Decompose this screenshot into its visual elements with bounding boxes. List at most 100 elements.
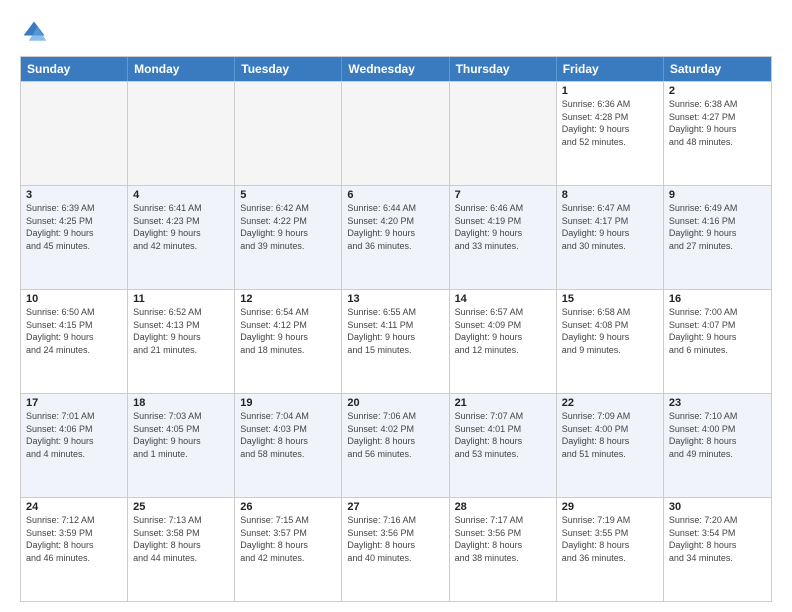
day-number: 10 — [26, 293, 122, 305]
day-info: Sunrise: 6:49 AM Sunset: 4:16 PM Dayligh… — [669, 202, 766, 252]
day-info: Sunrise: 6:41 AM Sunset: 4:23 PM Dayligh… — [133, 202, 229, 252]
empty-cell — [21, 82, 128, 185]
header-day-monday: Monday — [128, 57, 235, 81]
day-info: Sunrise: 6:58 AM Sunset: 4:08 PM Dayligh… — [562, 306, 658, 356]
day-info: Sunrise: 7:12 AM Sunset: 3:59 PM Dayligh… — [26, 514, 122, 564]
day-info: Sunrise: 7:00 AM Sunset: 4:07 PM Dayligh… — [669, 306, 766, 356]
calendar-row-3: 10Sunrise: 6:50 AM Sunset: 4:15 PM Dayli… — [21, 289, 771, 393]
day-number: 18 — [133, 397, 229, 409]
day-cell-11: 11Sunrise: 6:52 AM Sunset: 4:13 PM Dayli… — [128, 290, 235, 393]
day-number: 7 — [455, 189, 551, 201]
calendar-row-5: 24Sunrise: 7:12 AM Sunset: 3:59 PM Dayli… — [21, 497, 771, 601]
day-info: Sunrise: 7:15 AM Sunset: 3:57 PM Dayligh… — [240, 514, 336, 564]
calendar-row-2: 3Sunrise: 6:39 AM Sunset: 4:25 PM Daylig… — [21, 185, 771, 289]
day-number: 14 — [455, 293, 551, 305]
calendar: SundayMondayTuesdayWednesdayThursdayFrid… — [20, 56, 772, 602]
header-day-friday: Friday — [557, 57, 664, 81]
day-number: 8 — [562, 189, 658, 201]
day-cell-8: 8Sunrise: 6:47 AM Sunset: 4:17 PM Daylig… — [557, 186, 664, 289]
day-info: Sunrise: 7:19 AM Sunset: 3:55 PM Dayligh… — [562, 514, 658, 564]
logo-icon — [20, 18, 48, 46]
day-cell-9: 9Sunrise: 6:49 AM Sunset: 4:16 PM Daylig… — [664, 186, 771, 289]
calendar-row-4: 17Sunrise: 7:01 AM Sunset: 4:06 PM Dayli… — [21, 393, 771, 497]
day-cell-3: 3Sunrise: 6:39 AM Sunset: 4:25 PM Daylig… — [21, 186, 128, 289]
logo — [20, 18, 52, 46]
day-info: Sunrise: 7:10 AM Sunset: 4:00 PM Dayligh… — [669, 410, 766, 460]
day-number: 28 — [455, 501, 551, 513]
day-cell-10: 10Sunrise: 6:50 AM Sunset: 4:15 PM Dayli… — [21, 290, 128, 393]
day-cell-6: 6Sunrise: 6:44 AM Sunset: 4:20 PM Daylig… — [342, 186, 449, 289]
day-number: 1 — [562, 85, 658, 97]
day-info: Sunrise: 7:16 AM Sunset: 3:56 PM Dayligh… — [347, 514, 443, 564]
day-cell-2: 2Sunrise: 6:38 AM Sunset: 4:27 PM Daylig… — [664, 82, 771, 185]
day-cell-21: 21Sunrise: 7:07 AM Sunset: 4:01 PM Dayli… — [450, 394, 557, 497]
day-info: Sunrise: 7:04 AM Sunset: 4:03 PM Dayligh… — [240, 410, 336, 460]
day-cell-25: 25Sunrise: 7:13 AM Sunset: 3:58 PM Dayli… — [128, 498, 235, 601]
calendar-row-1: 1Sunrise: 6:36 AM Sunset: 4:28 PM Daylig… — [21, 81, 771, 185]
day-cell-15: 15Sunrise: 6:58 AM Sunset: 4:08 PM Dayli… — [557, 290, 664, 393]
day-number: 5 — [240, 189, 336, 201]
day-cell-20: 20Sunrise: 7:06 AM Sunset: 4:02 PM Dayli… — [342, 394, 449, 497]
day-number: 27 — [347, 501, 443, 513]
day-number: 20 — [347, 397, 443, 409]
day-info: Sunrise: 7:03 AM Sunset: 4:05 PM Dayligh… — [133, 410, 229, 460]
day-number: 24 — [26, 501, 122, 513]
calendar-header: SundayMondayTuesdayWednesdayThursdayFrid… — [21, 57, 771, 81]
header-day-wednesday: Wednesday — [342, 57, 449, 81]
day-cell-18: 18Sunrise: 7:03 AM Sunset: 4:05 PM Dayli… — [128, 394, 235, 497]
day-cell-23: 23Sunrise: 7:10 AM Sunset: 4:00 PM Dayli… — [664, 394, 771, 497]
day-info: Sunrise: 6:52 AM Sunset: 4:13 PM Dayligh… — [133, 306, 229, 356]
day-number: 25 — [133, 501, 229, 513]
day-number: 6 — [347, 189, 443, 201]
day-cell-12: 12Sunrise: 6:54 AM Sunset: 4:12 PM Dayli… — [235, 290, 342, 393]
day-cell-17: 17Sunrise: 7:01 AM Sunset: 4:06 PM Dayli… — [21, 394, 128, 497]
day-number: 2 — [669, 85, 766, 97]
header-day-sunday: Sunday — [21, 57, 128, 81]
day-cell-5: 5Sunrise: 6:42 AM Sunset: 4:22 PM Daylig… — [235, 186, 342, 289]
day-cell-14: 14Sunrise: 6:57 AM Sunset: 4:09 PM Dayli… — [450, 290, 557, 393]
day-info: Sunrise: 7:20 AM Sunset: 3:54 PM Dayligh… — [669, 514, 766, 564]
day-info: Sunrise: 6:57 AM Sunset: 4:09 PM Dayligh… — [455, 306, 551, 356]
empty-cell — [235, 82, 342, 185]
day-info: Sunrise: 6:44 AM Sunset: 4:20 PM Dayligh… — [347, 202, 443, 252]
day-cell-13: 13Sunrise: 6:55 AM Sunset: 4:11 PM Dayli… — [342, 290, 449, 393]
day-info: Sunrise: 7:09 AM Sunset: 4:00 PM Dayligh… — [562, 410, 658, 460]
empty-cell — [128, 82, 235, 185]
header-day-thursday: Thursday — [450, 57, 557, 81]
day-number: 13 — [347, 293, 443, 305]
day-info: Sunrise: 6:38 AM Sunset: 4:27 PM Dayligh… — [669, 98, 766, 148]
day-info: Sunrise: 7:06 AM Sunset: 4:02 PM Dayligh… — [347, 410, 443, 460]
header-day-saturday: Saturday — [664, 57, 771, 81]
day-info: Sunrise: 7:01 AM Sunset: 4:06 PM Dayligh… — [26, 410, 122, 460]
day-number: 21 — [455, 397, 551, 409]
day-info: Sunrise: 6:54 AM Sunset: 4:12 PM Dayligh… — [240, 306, 336, 356]
day-cell-4: 4Sunrise: 6:41 AM Sunset: 4:23 PM Daylig… — [128, 186, 235, 289]
calendar-body: 1Sunrise: 6:36 AM Sunset: 4:28 PM Daylig… — [21, 81, 771, 601]
day-info: Sunrise: 6:47 AM Sunset: 4:17 PM Dayligh… — [562, 202, 658, 252]
day-cell-27: 27Sunrise: 7:16 AM Sunset: 3:56 PM Dayli… — [342, 498, 449, 601]
day-number: 29 — [562, 501, 658, 513]
day-cell-26: 26Sunrise: 7:15 AM Sunset: 3:57 PM Dayli… — [235, 498, 342, 601]
day-number: 23 — [669, 397, 766, 409]
page: SundayMondayTuesdayWednesdayThursdayFrid… — [0, 0, 792, 612]
day-cell-19: 19Sunrise: 7:04 AM Sunset: 4:03 PM Dayli… — [235, 394, 342, 497]
day-number: 17 — [26, 397, 122, 409]
empty-cell — [450, 82, 557, 185]
day-cell-28: 28Sunrise: 7:17 AM Sunset: 3:56 PM Dayli… — [450, 498, 557, 601]
day-info: Sunrise: 6:42 AM Sunset: 4:22 PM Dayligh… — [240, 202, 336, 252]
day-info: Sunrise: 6:36 AM Sunset: 4:28 PM Dayligh… — [562, 98, 658, 148]
day-number: 11 — [133, 293, 229, 305]
day-number: 22 — [562, 397, 658, 409]
day-info: Sunrise: 7:07 AM Sunset: 4:01 PM Dayligh… — [455, 410, 551, 460]
day-cell-16: 16Sunrise: 7:00 AM Sunset: 4:07 PM Dayli… — [664, 290, 771, 393]
day-cell-1: 1Sunrise: 6:36 AM Sunset: 4:28 PM Daylig… — [557, 82, 664, 185]
day-cell-7: 7Sunrise: 6:46 AM Sunset: 4:19 PM Daylig… — [450, 186, 557, 289]
day-info: Sunrise: 7:13 AM Sunset: 3:58 PM Dayligh… — [133, 514, 229, 564]
day-number: 19 — [240, 397, 336, 409]
day-info: Sunrise: 6:55 AM Sunset: 4:11 PM Dayligh… — [347, 306, 443, 356]
day-number: 15 — [562, 293, 658, 305]
day-info: Sunrise: 6:50 AM Sunset: 4:15 PM Dayligh… — [26, 306, 122, 356]
day-number: 12 — [240, 293, 336, 305]
day-cell-30: 30Sunrise: 7:20 AM Sunset: 3:54 PM Dayli… — [664, 498, 771, 601]
day-info: Sunrise: 6:39 AM Sunset: 4:25 PM Dayligh… — [26, 202, 122, 252]
